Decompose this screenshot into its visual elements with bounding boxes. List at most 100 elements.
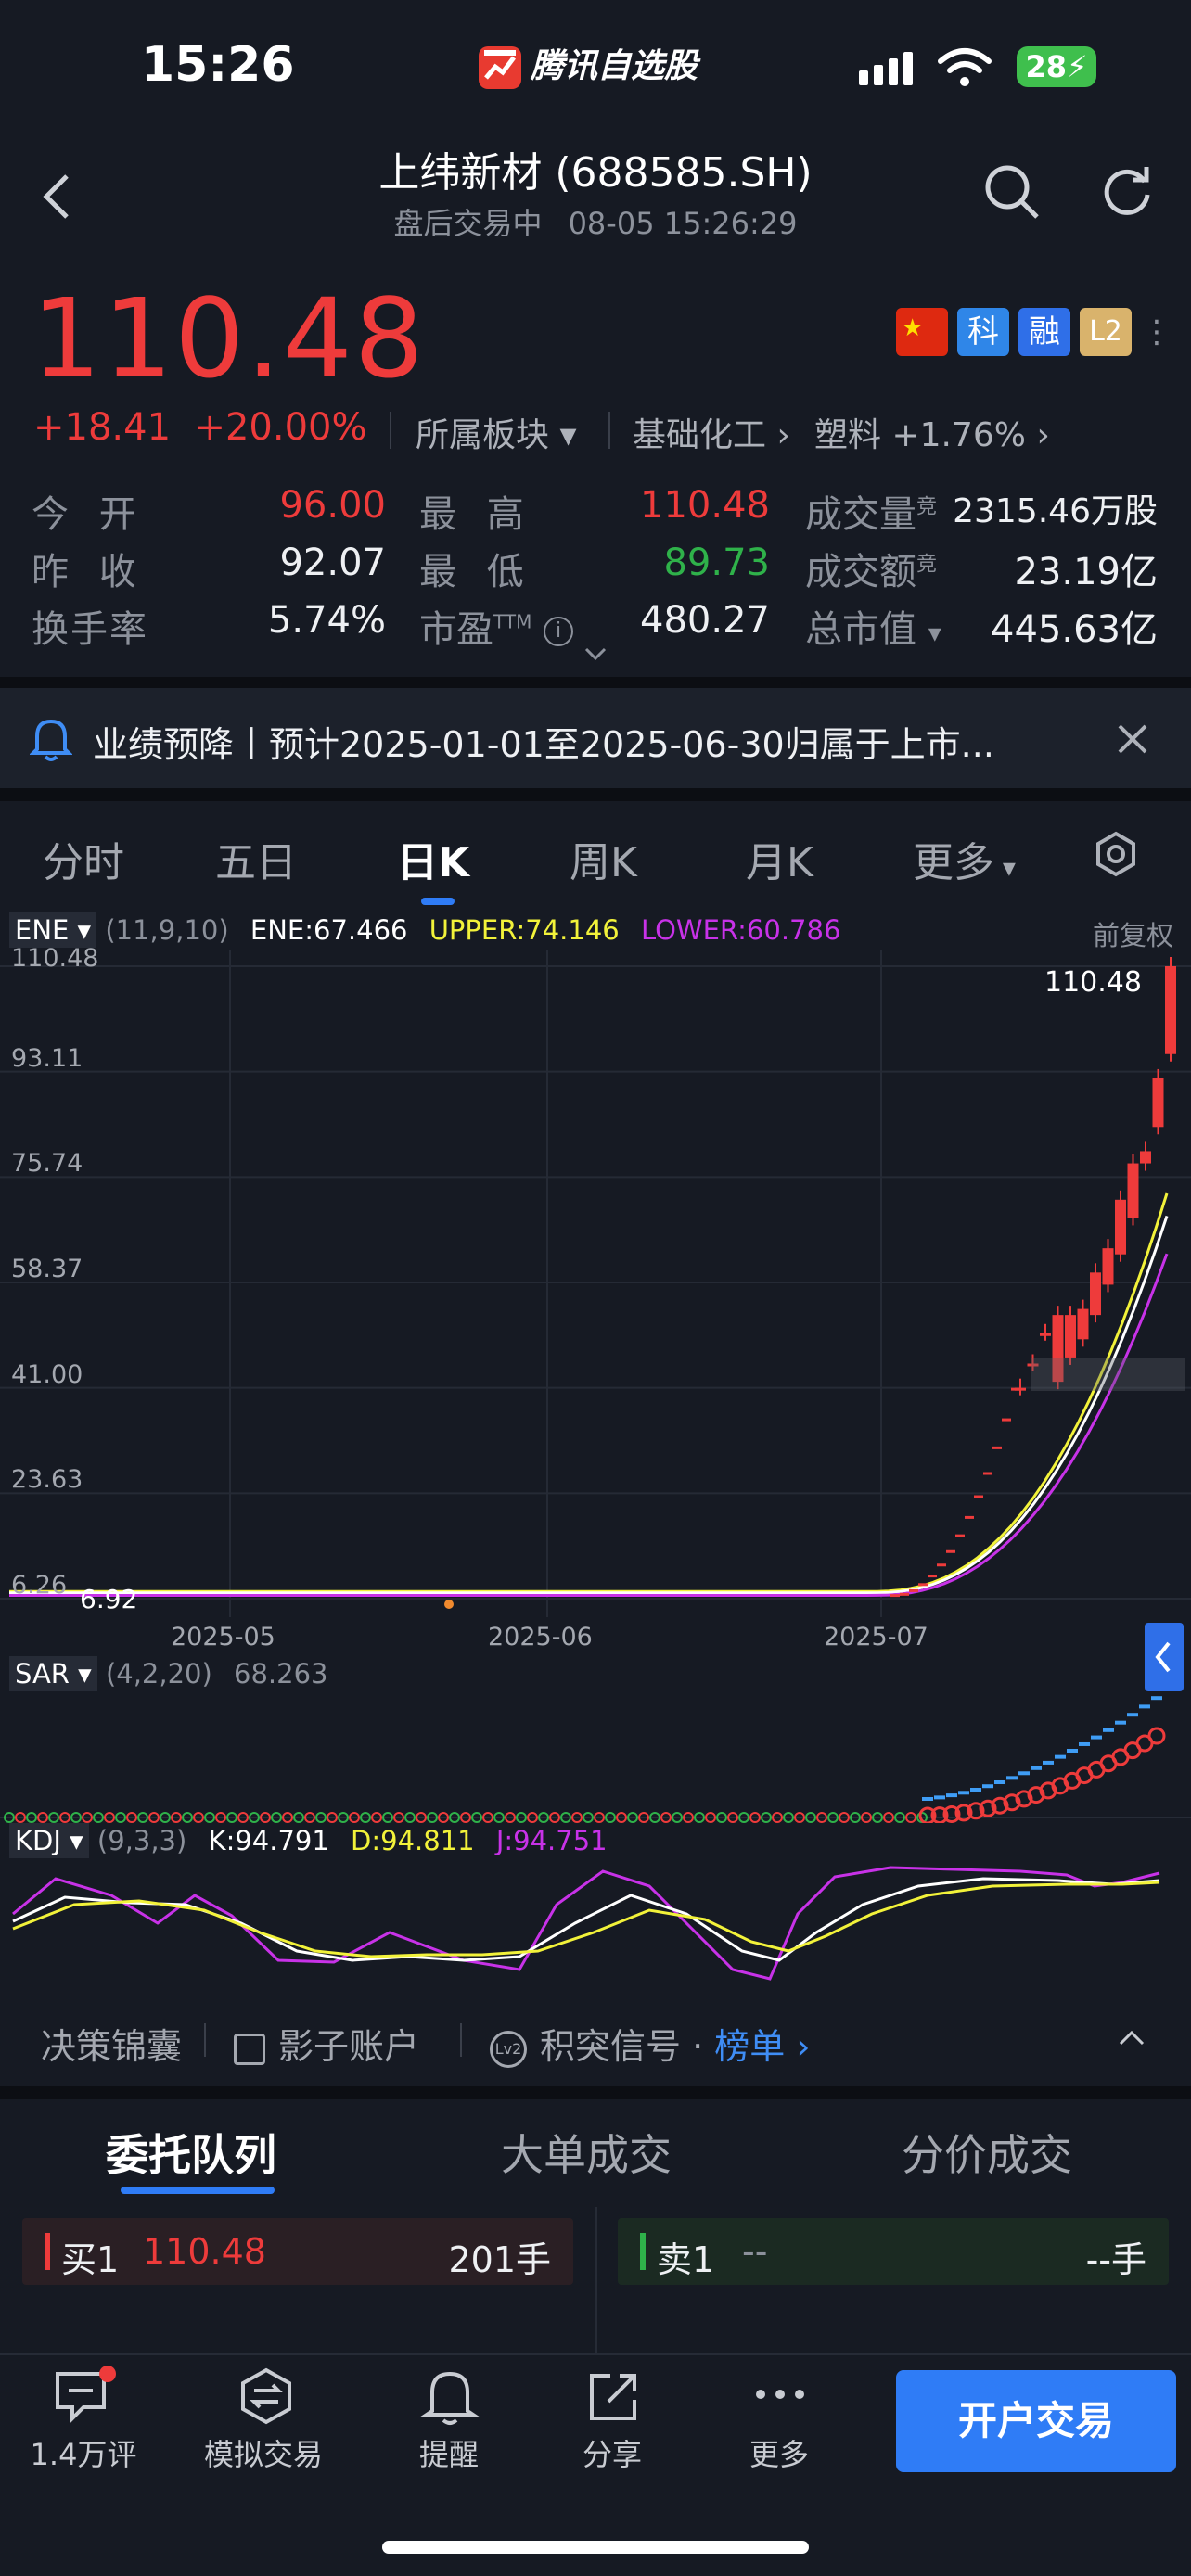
exchange-icon: [236, 2366, 338, 2431]
tab-big-trades[interactable]: 大单成交: [501, 2122, 672, 2183]
kdj-k-line: [12, 1877, 1160, 1962]
l2-badge[interactable]: L2: [1080, 308, 1132, 356]
bid-row[interactable]: 买1 110.48 201手: [22, 2218, 573, 2285]
low-label: 最 低: [419, 551, 533, 593]
sar-step: [1006, 1776, 1018, 1780]
badge-group: ★ 科 融 L2 ⋮: [896, 308, 1172, 356]
divider: [608, 412, 610, 449]
sar-step: [958, 1791, 969, 1795]
divider: [596, 2207, 597, 2355]
kdj-d-line: [12, 1881, 1160, 1958]
expand-chevron-icon[interactable]: [583, 644, 608, 666]
chart-low-label: 6.92: [80, 1584, 138, 1614]
refresh-icon[interactable]: [1098, 163, 1156, 224]
tab-five-day[interactable]: 五日: [215, 829, 297, 888]
more-badges-icon[interactable]: ⋮: [1141, 308, 1172, 356]
sub-industry-link[interactable]: 塑料 +1.76% ›: [814, 408, 1050, 456]
chart-high-label: 110.48: [1044, 966, 1142, 999]
nav-alerts[interactable]: 提醒: [375, 2366, 523, 2474]
tab-order-queue[interactable]: 委托队列: [106, 2122, 276, 2183]
sar-step: [922, 1797, 933, 1801]
tab-daily-k[interactable]: 日K: [397, 829, 469, 888]
tab-price-trades[interactable]: 分价成交: [902, 2122, 1072, 2183]
nav-comments[interactable]: 1.4万评: [9, 2366, 158, 2474]
collapse-panel-button[interactable]: [1145, 1623, 1184, 1691]
prev-close-label: 昨 收: [32, 551, 146, 593]
sar-step: [946, 1793, 957, 1798]
comment-icon: [52, 2366, 158, 2431]
tab-weekly-k[interactable]: 周K: [570, 829, 637, 888]
industry-link[interactable]: 基础化工 ›: [633, 408, 790, 456]
nav-more[interactable]: 更多: [705, 2366, 853, 2474]
search-icon[interactable]: [983, 163, 1041, 224]
signal-icon: [859, 52, 918, 89]
small-candle: [1002, 1418, 1011, 1422]
small-candle: [992, 1446, 1002, 1449]
lv2-icon: Lv2: [490, 2030, 527, 2068]
y-tick-label: 93.11: [11, 1043, 83, 1073]
mcap-value: 445.63亿: [991, 608, 1158, 651]
sar-step: [1067, 1748, 1078, 1753]
star-market-badge[interactable]: 科: [957, 308, 1009, 356]
open-account-trade-button[interactable]: 开户交易: [896, 2370, 1176, 2472]
volume-value: 2315.46万股: [953, 492, 1158, 530]
y-tick-label: 6.26: [11, 1571, 68, 1600]
chart-settings-icon[interactable]: [1093, 831, 1139, 881]
margin-badge[interactable]: 融: [1018, 308, 1070, 356]
ene-indicator-dropdown[interactable]: ENE ▾: [9, 912, 97, 948]
tab-monthly-k[interactable]: 月K: [746, 829, 813, 888]
earnings-notice-bar[interactable]: 业绩预降丨预计2025-01-01至2025-06-30归属于上市...: [0, 688, 1191, 788]
small-candle: [937, 1563, 946, 1567]
amount-value: 23.19亿: [1014, 551, 1158, 593]
shadow-account-link[interactable]: 影子账户: [234, 2018, 419, 2069]
sar-step: [982, 1784, 993, 1789]
high-value: 110.48: [640, 484, 770, 527]
kdj-legend: KDJ ▾ (9,3,3) K:94.791 D:94.811 J:94.751: [9, 1823, 608, 1858]
sar-step: [1079, 1741, 1090, 1746]
close-icon[interactable]: [1117, 723, 1148, 759]
open-label: 今 开: [32, 493, 146, 536]
bid-price: 110.48: [143, 2231, 266, 2272]
notice-text: 业绩预降丨预计2025-01-01至2025-06-30归属于上市...: [93, 724, 994, 765]
mcap-dropdown[interactable]: 总市值 ▾: [805, 599, 941, 653]
ask-qty: --手: [1085, 2239, 1146, 2280]
decision-kit-link[interactable]: 决策锦囊: [41, 2018, 182, 2069]
nav-share[interactable]: 分享: [538, 2366, 686, 2474]
x-tick-june: 2025-06: [488, 1623, 593, 1651]
small-candle: [955, 1534, 965, 1537]
kdj-chart[interactable]: [0, 1858, 1191, 1990]
sar-indicator-dropdown[interactable]: SAR ▾: [9, 1656, 97, 1691]
sar-step: [1018, 1771, 1030, 1776]
y-tick-label: 110.48: [11, 944, 99, 973]
quote-datetime: 08-05 15:26:29: [568, 206, 798, 241]
battery-icon: 28⚡: [1017, 46, 1096, 87]
signal-link[interactable]: Lv2 积突信号 · 榜单 ›: [490, 2018, 811, 2069]
y-tick-label: 75.74: [11, 1149, 83, 1179]
turnover-label: 换手率: [32, 608, 148, 651]
home-indicator[interactable]: [382, 2541, 809, 2554]
price-change: +18.41 +20.00%: [33, 406, 367, 449]
sar-step: [1043, 1760, 1054, 1765]
sar-step: [1031, 1766, 1042, 1770]
price-adjust-label[interactable]: 前复权: [1093, 914, 1173, 953]
kdj-indicator-dropdown[interactable]: KDJ ▾: [9, 1823, 89, 1858]
sector-dropdown[interactable]: 所属板块 ▾: [416, 408, 577, 456]
bid-label: 买1: [61, 2239, 120, 2280]
section-divider: [0, 677, 1191, 688]
y-tick-label: 58.37: [11, 1255, 83, 1283]
sar-step: [1151, 1696, 1162, 1701]
turnover-value: 5.74%: [267, 599, 386, 642]
sar-step: [994, 1780, 1005, 1785]
tab-intraday[interactable]: 分时: [43, 829, 124, 888]
ask-price: --: [742, 2231, 768, 2272]
tab-more-dropdown[interactable]: 更多 ▾: [913, 829, 1016, 888]
info-icon[interactable]: i: [544, 617, 574, 646]
ask-row[interactable]: 卖1 -- --手: [618, 2218, 1169, 2285]
pe-label: 市盈TTM i: [419, 599, 574, 653]
collapse-chevron-icon[interactable]: [1117, 2027, 1146, 2053]
sar-chart[interactable]: [0, 1693, 1191, 1823]
small-candle: [918, 1583, 928, 1587]
small-candle: [890, 1594, 900, 1598]
bell-icon: [419, 2366, 523, 2431]
nav-simulated-trading[interactable]: 模拟交易: [189, 2366, 338, 2474]
